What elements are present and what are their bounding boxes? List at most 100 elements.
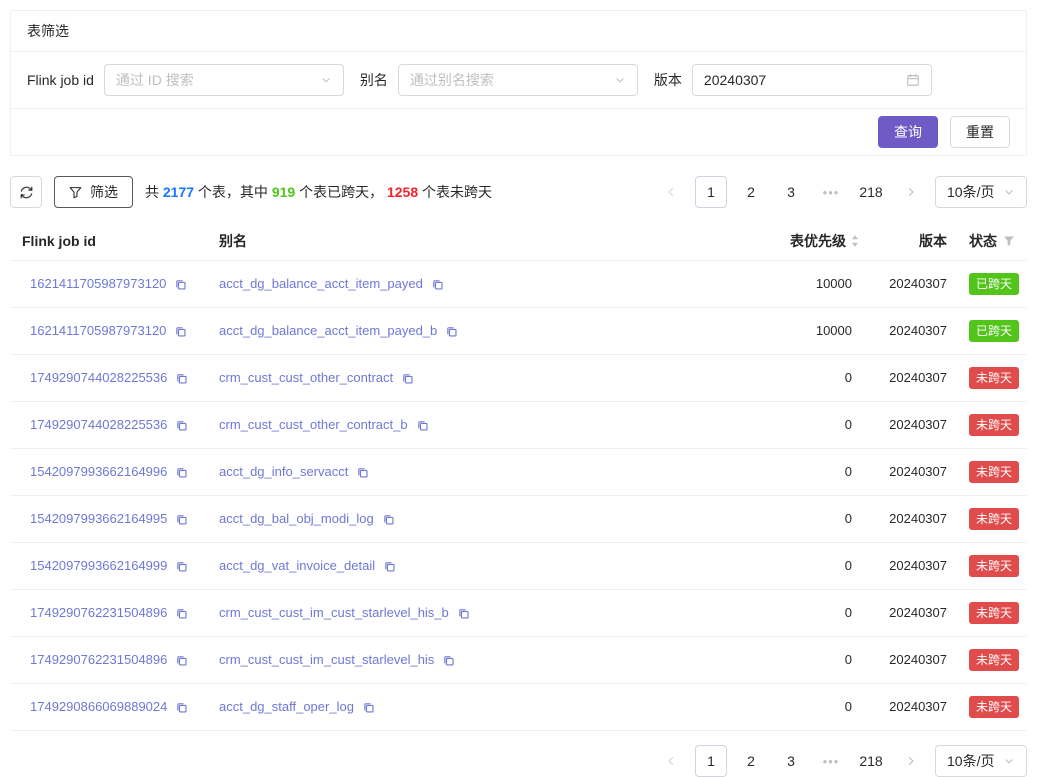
pagination-prev-button[interactable] bbox=[655, 745, 687, 777]
copy-icon[interactable] bbox=[442, 654, 455, 667]
alias-link[interactable]: acct_dg_balance_acct_item_payed_b bbox=[219, 321, 437, 341]
copy-icon[interactable] bbox=[174, 325, 187, 338]
version-cell: 20240307 bbox=[872, 449, 957, 496]
priority-cell: 0 bbox=[747, 449, 872, 496]
job-id-link[interactable]: 1749290866069889024 bbox=[30, 697, 167, 717]
copy-icon[interactable] bbox=[175, 560, 188, 573]
alias-link[interactable]: crm_cust_cust_im_cust_starlevel_his bbox=[219, 650, 434, 670]
filter-fields-row: Flink job id 通过 ID 搜索 别名 通过别名搜索 bbox=[11, 52, 1026, 109]
version-field: 版本 20240307 bbox=[654, 64, 932, 96]
column-header-status: 状态 bbox=[957, 222, 1027, 261]
chevron-right-icon bbox=[905, 755, 917, 767]
copy-icon[interactable] bbox=[175, 654, 188, 667]
alias-link[interactable]: acct_dg_staff_oper_log bbox=[219, 697, 354, 717]
job-id-link[interactable]: 1542097993662164999 bbox=[30, 556, 167, 576]
job-id-link[interactable]: 1749290762231504896 bbox=[30, 650, 167, 670]
page-size-select[interactable]: 10条/页 bbox=[935, 176, 1027, 208]
copy-icon[interactable] bbox=[174, 278, 187, 291]
copy-icon[interactable] bbox=[175, 419, 188, 432]
job-id-link[interactable]: 1621411705987973120 bbox=[30, 274, 166, 294]
status-badge: 已跨天 bbox=[969, 273, 1019, 295]
version-cell: 20240307 bbox=[872, 308, 957, 355]
copy-icon[interactable] bbox=[457, 607, 470, 620]
version-cell: 20240307 bbox=[872, 590, 957, 637]
tables-table: Flink job id 别名 表优先级 版本 状态 bbox=[10, 222, 1027, 731]
pagination-page-1[interactable]: 1 bbox=[695, 745, 727, 777]
version-date-input[interactable]: 20240307 bbox=[692, 64, 932, 96]
chevron-down-icon bbox=[614, 74, 626, 86]
column-filter-icon[interactable] bbox=[1003, 235, 1015, 247]
copy-icon[interactable] bbox=[445, 325, 458, 338]
alias-link[interactable]: acct_dg_balance_acct_item_payed bbox=[219, 274, 423, 294]
copy-icon[interactable] bbox=[362, 701, 375, 714]
page-size-select[interactable]: 10条/页 bbox=[935, 745, 1027, 777]
alias-link[interactable]: acct_dg_info_servacct bbox=[219, 462, 348, 482]
job-id-link[interactable]: 1542097993662164995 bbox=[30, 509, 167, 529]
pagination-page-1[interactable]: 1 bbox=[695, 176, 727, 208]
copy-icon[interactable] bbox=[175, 701, 188, 714]
pagination-next-button[interactable] bbox=[895, 176, 927, 208]
page-size-value: 10条/页 bbox=[947, 177, 997, 207]
job-id-link[interactable]: 1542097993662164996 bbox=[30, 462, 167, 482]
chevron-down-icon bbox=[320, 74, 332, 86]
copy-icon[interactable] bbox=[175, 607, 188, 620]
pagination-page-2[interactable]: 2 bbox=[735, 745, 767, 777]
pagination-ellipsis[interactable]: ••• bbox=[815, 176, 847, 208]
chevron-left-icon bbox=[665, 186, 677, 198]
job-id-placeholder: 通过 ID 搜索 bbox=[116, 65, 314, 95]
alias-link[interactable]: acct_dg_bal_obj_modi_log bbox=[219, 509, 374, 529]
status-badge: 未跨天 bbox=[969, 696, 1019, 718]
copy-icon[interactable] bbox=[431, 278, 444, 291]
copy-icon[interactable] bbox=[383, 560, 396, 573]
pagination-prev-button[interactable] bbox=[655, 176, 687, 208]
chevron-down-icon bbox=[1003, 755, 1015, 767]
pagination-page-218[interactable]: 218 bbox=[855, 745, 887, 777]
summary-segment: 个表已跨天， bbox=[295, 184, 387, 200]
funnel-icon bbox=[69, 186, 82, 199]
summary-segment: 1258 bbox=[387, 184, 418, 200]
copy-icon[interactable] bbox=[356, 466, 369, 479]
priority-cell: 0 bbox=[747, 637, 872, 684]
column-header-priority[interactable]: 表优先级 bbox=[747, 222, 872, 261]
copy-icon[interactable] bbox=[175, 372, 188, 385]
reset-button[interactable]: 重置 bbox=[950, 116, 1010, 148]
job-id-link[interactable]: 1621411705987973120 bbox=[30, 321, 166, 341]
copy-icon[interactable] bbox=[401, 372, 414, 385]
page-size-value: 10条/页 bbox=[947, 746, 997, 776]
pagination-page-3[interactable]: 3 bbox=[775, 745, 807, 777]
version-cell: 20240307 bbox=[872, 684, 957, 731]
priority-cell: 0 bbox=[747, 543, 872, 590]
pagination-ellipsis[interactable]: ••• bbox=[815, 745, 847, 777]
job-id-label: Flink job id bbox=[27, 64, 94, 96]
summary-text: 共 2177 个表，其中 919 个表已跨天， 1258 个表未跨天 bbox=[145, 176, 492, 208]
alias-select[interactable]: 通过别名搜索 bbox=[398, 64, 638, 96]
job-id-link[interactable]: 1749290744028225536 bbox=[30, 415, 167, 435]
alias-link[interactable]: acct_dg_vat_invoice_detail bbox=[219, 556, 375, 576]
priority-cell: 10000 bbox=[747, 261, 872, 308]
top-pager-group: 123•••218 10条/页 bbox=[655, 176, 1027, 208]
job-id-select[interactable]: 通过 ID 搜索 bbox=[104, 64, 344, 96]
copy-icon[interactable] bbox=[382, 513, 395, 526]
job-id-link[interactable]: 1749290744028225536 bbox=[30, 368, 167, 388]
query-button[interactable]: 查询 bbox=[878, 116, 938, 148]
pagination-page-218[interactable]: 218 bbox=[855, 176, 887, 208]
version-label: 版本 bbox=[654, 64, 682, 96]
alias-link[interactable]: crm_cust_cust_im_cust_starlevel_his_b bbox=[219, 603, 449, 623]
pagination-next-button[interactable] bbox=[895, 745, 927, 777]
copy-icon[interactable] bbox=[175, 513, 188, 526]
priority-cell: 10000 bbox=[747, 308, 872, 355]
chevron-down-icon bbox=[1003, 186, 1015, 198]
alias-link[interactable]: crm_cust_cust_other_contract_b bbox=[219, 415, 408, 435]
pagination-page-3[interactable]: 3 bbox=[775, 176, 807, 208]
filter-button-label: 筛选 bbox=[90, 182, 118, 202]
pagination-page-2[interactable]: 2 bbox=[735, 176, 767, 208]
copy-icon[interactable] bbox=[416, 419, 429, 432]
sorter-icon[interactable] bbox=[850, 234, 860, 248]
copy-icon[interactable] bbox=[175, 466, 188, 479]
alias-link[interactable]: crm_cust_cust_other_contract bbox=[219, 368, 393, 388]
filter-button[interactable]: 筛选 bbox=[54, 176, 133, 208]
status-badge: 已跨天 bbox=[969, 320, 1019, 342]
refresh-button[interactable] bbox=[10, 176, 42, 208]
job-id-link[interactable]: 1749290762231504896 bbox=[30, 603, 167, 623]
bottom-pager-group: 123•••218 10条/页 bbox=[10, 745, 1027, 777]
